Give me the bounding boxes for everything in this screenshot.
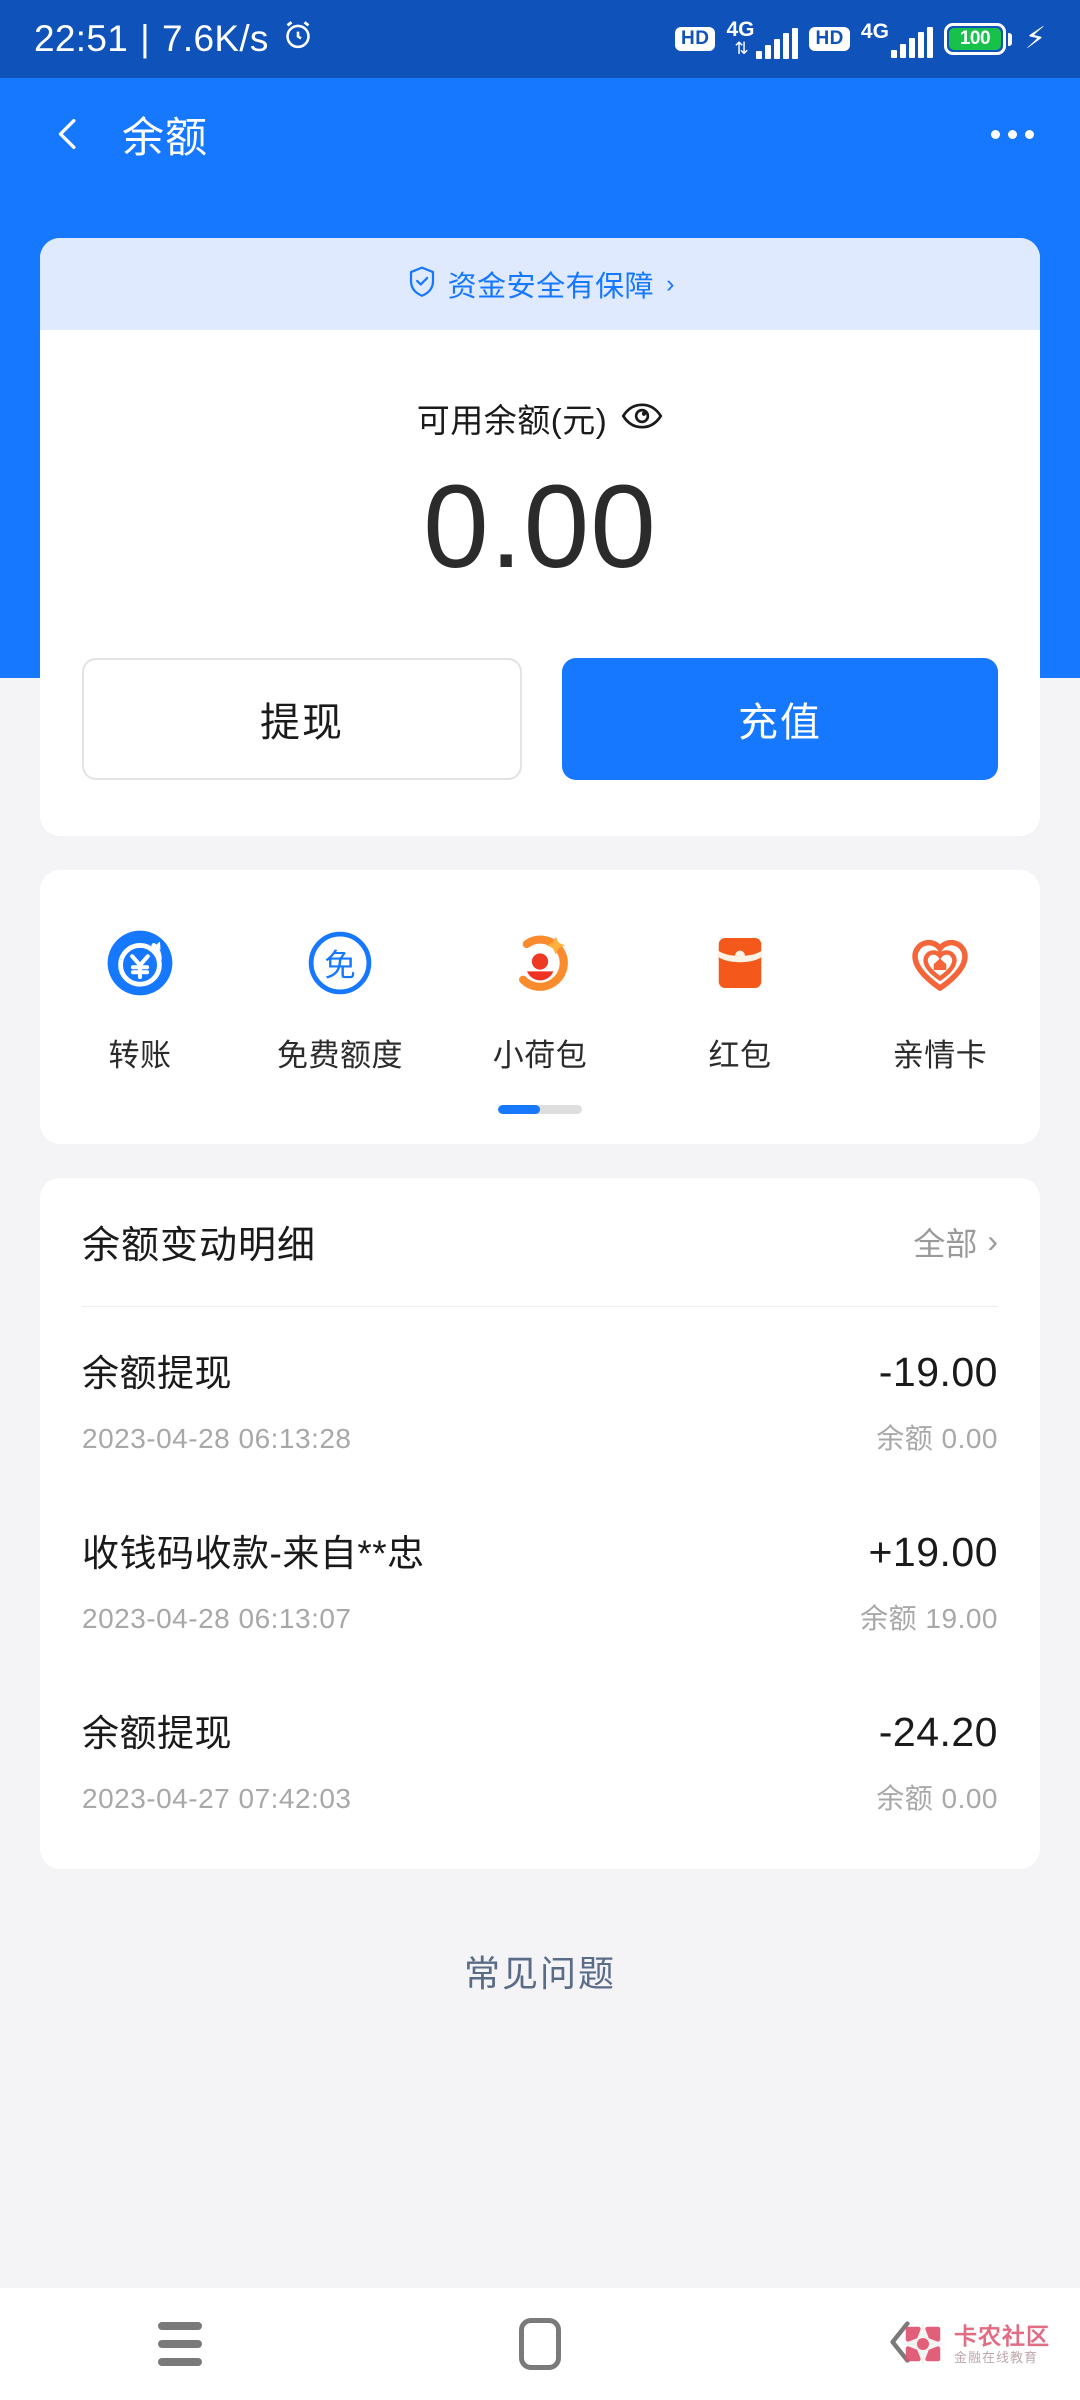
status-time: 22:51 — [34, 18, 129, 59]
watermark-logo: 卡农社区 金融在线教育 — [900, 2321, 1050, 2367]
transaction-name: 余额提现 — [82, 1352, 232, 1394]
table-row[interactable]: 余额提现 -24.20 2023-04-27 07:42:03 余额 0.00 — [82, 1667, 998, 1869]
view-all-label: 全部 — [913, 1225, 978, 1262]
transaction-time: 2023-04-28 06:13:07 — [82, 1602, 352, 1634]
alarm-clock-icon — [281, 18, 315, 61]
table-row[interactable]: 余额提现 -19.00 2023-04-28 06:13:28 余额 0.00 — [82, 1307, 998, 1487]
transaction-name: 余额提现 — [82, 1712, 232, 1754]
shortcut-family-card[interactable]: 亲情卡 — [845, 924, 1035, 1075]
shortcut-label: 亲情卡 — [892, 1037, 988, 1073]
balance-amount: 0.00 — [423, 461, 657, 593]
eye-icon[interactable] — [621, 402, 663, 435]
secure-funds-banner[interactable]: 资金安全有保障 › — [40, 238, 1040, 330]
more-options-icon[interactable] — [987, 116, 1038, 153]
signal-group-sim1: 4G ⇅ — [726, 18, 799, 59]
transaction-balance: 余额 0.00 — [876, 1782, 998, 1814]
secure-banner-arrow: › — [666, 269, 675, 298]
shortcut-label: 红包 — [708, 1037, 772, 1073]
transactions-header: 余额变动明细 全部 › — [82, 1178, 998, 1306]
status-bar: 22:51 | 7.6K/s HD 4G ⇅ HD 4G 100 ⚡ — [0, 0, 1080, 78]
transaction-amount: -19.00 — [878, 1348, 998, 1395]
watermark-text: 卡农社区 金融在线教育 — [954, 2322, 1050, 2365]
shortcut-label: 小荷包 — [492, 1037, 588, 1073]
shortcut-red-packet[interactable]: 红包 — [645, 924, 835, 1075]
transaction-time: 2023-04-27 07:42:03 — [82, 1782, 352, 1814]
lightning-bolt-icon: ⚡ — [1024, 22, 1046, 55]
shield-check-icon — [406, 265, 438, 304]
signal-bars-sim1 — [756, 28, 799, 59]
watermark-subtitle: 金融在线教育 — [954, 2349, 1039, 2365]
transaction-amount: +19.00 — [868, 1528, 998, 1575]
nav-home-button[interactable] — [360, 2318, 720, 2370]
small-wallet-icon — [501, 924, 579, 1002]
faq-link[interactable]: 常见问题 — [40, 1945, 1040, 1997]
battery-indicator: 100 — [943, 23, 1012, 55]
hamburger-recents-icon — [158, 2322, 202, 2366]
hd-badge-sim2: HD — [809, 27, 850, 51]
transactions-view-all[interactable]: 全部 › — [913, 1219, 998, 1265]
nav-recents-button[interactable] — [0, 2322, 360, 2366]
transactions-card: 余额变动明细 全部 › 余额提现 -19.00 2023-04-28 06:13… — [40, 1177, 1040, 1869]
shortcuts-card: 转账 免 免费额度 小荷包 红包 亲情卡 — [40, 869, 1040, 1144]
status-bar-right: HD 4G ⇅ HD 4G 100 ⚡ — [674, 18, 1046, 59]
transaction-amount: -24.20 — [878, 1708, 998, 1755]
shortcut-free-quota[interactable]: 免 免费额度 — [245, 924, 435, 1075]
secure-funds-text: 资金安全有保障 — [447, 271, 655, 303]
balance-label-row: 可用余额(元) — [40, 394, 1040, 442]
signal-group-sim2: 4G — [861, 21, 933, 58]
shortcut-transfer[interactable]: 转账 — [45, 924, 235, 1075]
page-title: 余额 — [122, 113, 209, 161]
svg-text:免: 免 — [324, 948, 355, 983]
withdraw-button[interactable]: 提现 — [82, 657, 522, 780]
transactions-title: 余额变动明细 — [82, 1225, 317, 1268]
balance-card: 资金安全有保障 › 可用余额(元) 0.00 提现 充值 — [40, 238, 1040, 836]
shortcuts-row: 转账 免 免费额度 小荷包 红包 亲情卡 — [40, 924, 1040, 1075]
status-separator: | — [140, 18, 151, 59]
transaction-time: 2023-04-28 06:13:28 — [82, 1422, 352, 1454]
free-quota-icon: 免 — [301, 924, 379, 1002]
status-bar-left: 22:51 | 7.6K/s — [34, 18, 315, 61]
network-type-sim2: 4G — [860, 19, 889, 43]
hd-badge-sim1: HD — [674, 27, 716, 51]
pager-thumb — [498, 1104, 540, 1114]
transaction-balance: 余额 19.00 — [860, 1602, 998, 1634]
transaction-balance: 余额 0.00 — [876, 1422, 998, 1454]
shortcut-label: 转账 — [108, 1037, 172, 1073]
network-speed: 7.6K/s — [162, 18, 269, 59]
balance-action-row: 提现 充值 — [40, 596, 1040, 836]
balance-label: 可用余额(元) — [416, 402, 608, 439]
phone-screen: 22:51 | 7.6K/s HD 4G ⇅ HD 4G 100 ⚡ 余额 资金… — [0, 0, 1080, 2400]
battery-percent: 100 — [948, 28, 1001, 50]
app-bar: 余额 — [0, 78, 1080, 190]
shortcuts-pager[interactable] — [498, 1104, 582, 1114]
data-arrows-icon: ⇅ — [734, 39, 748, 58]
red-packet-icon — [701, 924, 779, 1002]
table-row[interactable]: 收钱码收款-来自**忠 +19.00 2023-04-28 06:13:07 余… — [82, 1487, 998, 1667]
watermark-mark-icon — [900, 2321, 946, 2367]
shortcut-label: 免费额度 — [277, 1037, 403, 1073]
network-type-sim1: 4G — [726, 18, 755, 41]
watermark-title: 卡农社区 — [954, 2322, 1050, 2349]
topup-button[interactable]: 充值 — [562, 657, 998, 780]
transfer-yen-icon — [101, 924, 179, 1002]
shortcut-small-wallet[interactable]: 小荷包 — [445, 924, 635, 1075]
transaction-name: 收钱码收款-来自**忠 — [82, 1532, 425, 1574]
home-square-icon — [519, 2318, 561, 2370]
page-content: 资金安全有保障 › 可用余额(元) 0.00 提现 充值 转账 免 免费额度 小… — [0, 238, 1080, 1997]
family-card-heart-icon — [901, 924, 979, 1002]
back-chevron-icon[interactable] — [42, 108, 94, 160]
system-navigation-bar: 卡农社区 金融在线教育 — [0, 2288, 1080, 2400]
signal-bars-sim2 — [890, 26, 933, 58]
chevron-right-icon: › — [987, 1223, 998, 1260]
